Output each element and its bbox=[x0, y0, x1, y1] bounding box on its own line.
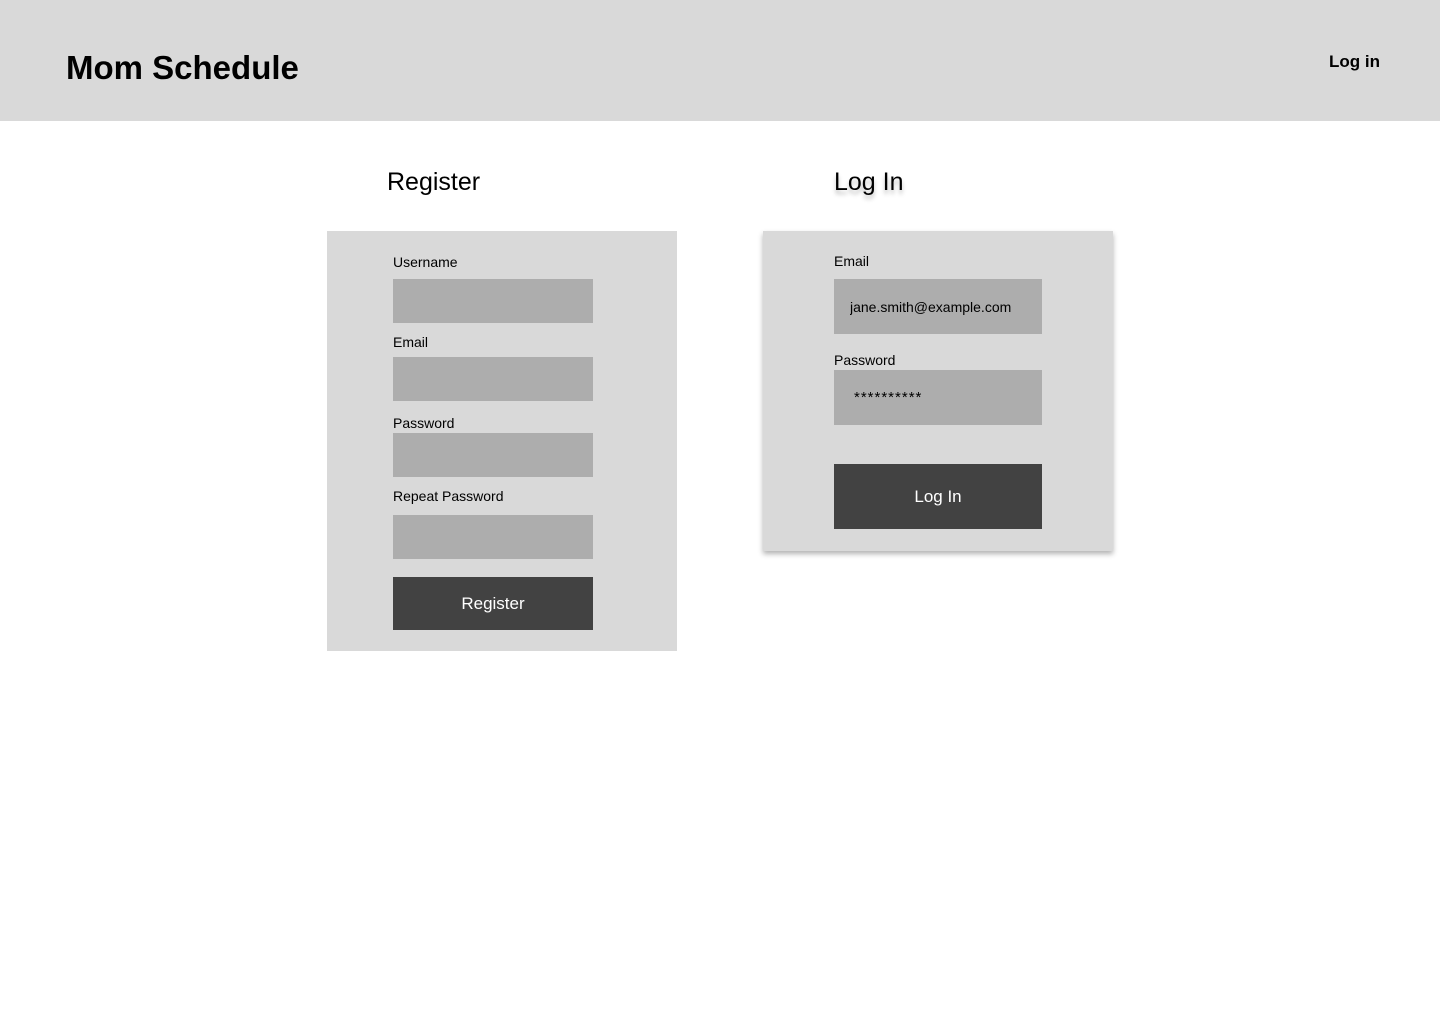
register-heading: Register bbox=[387, 168, 481, 196]
app-title: Mom Schedule bbox=[66, 49, 299, 86]
header-login-link[interactable]: Log in bbox=[1329, 51, 1380, 73]
register-password-label: Password bbox=[393, 415, 455, 431]
register-button[interactable]: Register bbox=[393, 577, 593, 630]
register-email-label: Email bbox=[393, 334, 429, 350]
register-password-input[interactable] bbox=[393, 433, 593, 477]
login-button[interactable]: Log In bbox=[834, 464, 1042, 529]
username-label: Username bbox=[393, 254, 458, 270]
register-email-input[interactable] bbox=[393, 357, 593, 401]
login-heading: Log In bbox=[834, 168, 904, 196]
login-password-label: Password bbox=[834, 352, 896, 368]
login-email-label: Email bbox=[834, 253, 870, 269]
top-header: Mom Schedule Log in bbox=[0, 0, 1440, 121]
repeat-password-input[interactable] bbox=[393, 515, 593, 559]
register-form: Username Email Password Repeat Password … bbox=[327, 231, 677, 651]
login-email-input[interactable] bbox=[834, 279, 1042, 334]
login-password-input[interactable] bbox=[834, 370, 1042, 425]
username-input[interactable] bbox=[393, 279, 593, 323]
repeat-password-label: Repeat Password bbox=[393, 488, 504, 504]
login-form: Email Password Log In bbox=[763, 231, 1113, 551]
